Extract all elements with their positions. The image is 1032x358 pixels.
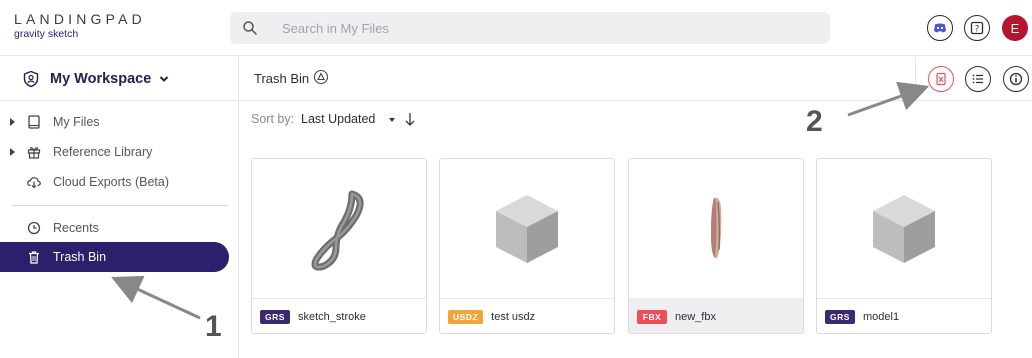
sidebar-divider [12,205,228,206]
file-card[interactable]: USDZ test usdz [439,158,615,334]
file-thumbnail [817,159,991,298]
delete-file-icon [936,72,946,86]
app-logo[interactable]: LANDINGPAD gravity sketch [14,11,146,40]
stroke-thumbnail-icon [311,190,364,271]
search-input[interactable] [282,12,802,44]
sidebar-item-label: Trash Bin [53,250,107,264]
trash-icon [29,251,39,264]
annotation-label-1: 1 [205,310,222,343]
sidebar-item-reference-library[interactable]: Reference Library [0,137,229,167]
discord-button[interactable] [927,15,953,41]
sidebar-item-label: Reference Library [53,145,153,159]
sidebar-item-cloud-exports[interactable]: Cloud Exports (Beta) [0,167,229,197]
logo-subtitle: gravity sketch [14,28,79,40]
caret-down-icon[interactable] [389,118,395,122]
help-button[interactable]: ? [964,15,990,41]
book-icon [28,115,40,129]
model-thumbnail-icon [711,197,722,258]
file-thumbnail [252,159,426,298]
file-type-badge: GRS [260,309,290,324]
file-card-footer: USDZ test usdz [440,298,614,333]
content-header: Trash Bin [240,57,1032,101]
empty-trash-button[interactable] [928,66,954,92]
file-card[interactable]: GRS sketch_stroke [251,158,427,334]
annotation-label-2: 2 [806,105,823,138]
file-name: test usdz [491,310,536,323]
list-icon [972,74,983,84]
file-thumbnail [629,159,803,298]
file-card-footer: GRS sketch_stroke [252,298,426,333]
file-card[interactable]: GRS model1 [816,158,992,334]
search-bar [230,12,830,44]
logo-title: LANDINGPAD [14,11,146,27]
file-name: model1 [863,310,900,323]
cloud-download-icon [27,177,41,189]
sidebar-item-recents[interactable]: Recents [0,213,229,243]
svg-text:?: ? [975,25,980,35]
cube-icon [496,194,558,263]
file-thumbnail [440,159,614,298]
sidebar-item-label: My Files [53,115,100,129]
file-name: sketch_stroke [298,310,366,323]
expand-caret-icon[interactable] [10,148,15,156]
cube-icon [873,194,935,263]
file-type-badge: GRS [825,309,855,324]
workspace-icon [23,70,39,87]
sort-direction-icon[interactable] [404,111,416,127]
file-type-badge: USDZ [448,309,484,324]
search-icon [243,21,257,35]
sidebar: My Workspace My Files Reference Library … [0,57,239,358]
info-button[interactable] [1003,66,1029,92]
list-view-button[interactable] [965,66,991,92]
sidebar-item-label: Cloud Exports (Beta) [53,175,170,189]
top-bar: LANDINGPAD gravity sketch ? E [0,0,1032,56]
file-card-footer: FBX new_fbx [629,298,803,333]
sort-label: Sort by: [251,112,295,126]
clock-icon [27,221,41,235]
warning-icon[interactable] [313,69,329,85]
file-card[interactable]: FBX new_fbx [628,158,804,334]
workspace-label: My Workspace [50,70,152,87]
file-card-footer: GRS model1 [817,298,991,333]
expand-caret-icon[interactable] [10,118,15,126]
workspace-selector[interactable]: My Workspace [0,57,238,101]
file-name: new_fbx [675,310,716,323]
user-avatar[interactable]: E [1002,15,1028,41]
help-icon: ? [970,21,984,35]
file-type-badge: FBX [637,309,667,324]
header-divider [915,57,916,101]
breadcrumb: Trash Bin [254,71,310,86]
chevron-down-icon [160,75,169,82]
discord-icon [934,23,946,33]
sidebar-item-trash-bin[interactable]: Trash Bin [0,242,229,272]
info-icon [1009,72,1023,86]
sort-dropdown[interactable]: Last Updated [301,112,375,126]
sidebar-item-label: Recents [53,221,99,235]
sidebar-item-my-files[interactable]: My Files [0,107,229,137]
gift-icon [27,147,41,159]
